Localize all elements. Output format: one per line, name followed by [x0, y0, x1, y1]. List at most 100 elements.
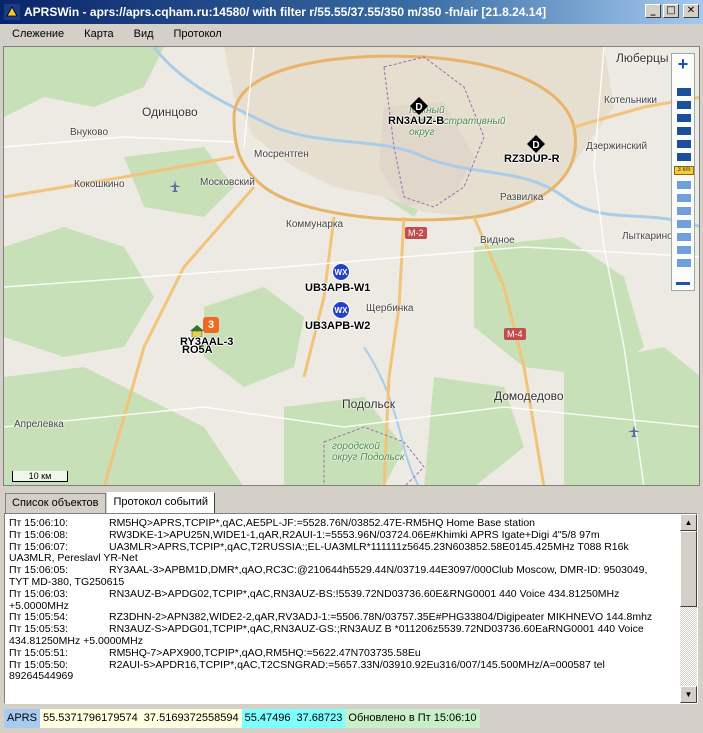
log-message: UA3MLR>APRS,TCPIP*,qAC,T2RUSSIA:;EL-UA3M… — [109, 541, 629, 553]
menu-protocol[interactable]: Протокол — [166, 26, 230, 42]
label-lytkarino: Лыткарино — [622, 231, 673, 242]
status-updated: Обновлено в Пт 15:06:10 — [345, 709, 480, 728]
log-entry[interactable]: Пт 15:06:08: RW3DKE-1>APU25N,WIDE1-1,qAR,… — [9, 529, 677, 542]
tab-strip: Список объектов Протокол событий — [5, 492, 216, 514]
log-message: R2AUI-5>APDR16,TCPIP*,qAC,T2CSNGRAD:=565… — [109, 659, 605, 671]
label-lyubertsy: Люберцы — [616, 51, 669, 65]
map-view[interactable]: Одинцово Люберцы Котельники Дзержинский … — [3, 46, 700, 486]
zoom-level-step[interactable] — [677, 153, 691, 161]
scroll-thumb[interactable] — [680, 531, 697, 607]
log-entry[interactable]: Пт 15:06:07: UA3MLR>APRS,TCPIP*,qAC,T2RUS… — [9, 540, 677, 566]
log-time: Пт 15:05:51: — [9, 646, 69, 659]
label-kokoshkino: Кокошкино — [74, 179, 125, 190]
label-vidnoe: Видное — [480, 235, 515, 246]
menu-tracking[interactable]: Слежение — [4, 26, 72, 42]
label-shcherbinka: Щербинка — [366, 303, 414, 314]
log-entry[interactable]: Пт 15:05:53: RN3AUZ-S>APDG01,TCPIP*,qAC,R… — [9, 623, 677, 648]
log-message-continuation: 89264544969 — [9, 671, 74, 683]
log-message: RN3AUZ-B>APDG02,TCPIP*,qAC,RN3AUZ-BS:!55… — [109, 588, 620, 600]
log-message-continuation: +5.0000MHz — [9, 600, 69, 612]
label-odintsovo: Одинцово — [142, 105, 198, 119]
label-dzerzhinsky: Дзержинский — [586, 141, 648, 152]
zoom-level-step[interactable] — [677, 246, 691, 254]
label-kommunarka: Коммунарка — [286, 219, 344, 230]
status-center-lat: 55.47496 — [241, 709, 294, 728]
tab-event-log[interactable]: Протокол событий — [106, 492, 216, 513]
marker-label-rn3auz-b[interactable]: RN3AUZ-B — [388, 115, 444, 127]
zoom-level-step[interactable] — [677, 233, 691, 241]
zoom-level-step[interactable] — [677, 114, 691, 122]
log-time: Пт 15:06:05: — [9, 564, 69, 577]
log-message: RZ3DHN-2>APN382,WIDE2-2,qAR,RV3ADJ-1:=55… — [109, 612, 653, 624]
label-moskovsky: Московский — [200, 177, 255, 188]
tab-object-list[interactable]: Список объектов — [5, 493, 106, 514]
log-time: Пт 15:06:03: — [9, 587, 69, 600]
log-message: RM5HQ-7>APX900,TCPIP*,qAO,RM5HQ:=5622.47… — [109, 647, 421, 659]
zoom-level-step[interactable] — [677, 220, 691, 228]
menu-view[interactable]: Вид — [126, 26, 162, 42]
log-message: RN3AUZ-S>APDG01,TCPIP*,qAC,RN3AUZ-GS:;RN… — [109, 624, 644, 636]
minimize-button[interactable]: _ — [645, 4, 661, 18]
label-podolsk-district: городской округ Подольск — [332, 441, 405, 463]
weather-wx-icon[interactable]: WX — [332, 263, 350, 281]
zoom-slider-handle[interactable]: 3 km — [674, 166, 694, 175]
scale-bar: 10 км — [12, 471, 68, 482]
status-center-lon: 37.68723 — [293, 709, 346, 728]
zoom-level-step[interactable] — [677, 127, 691, 135]
event-log-list: Пт 15:06:10: RM5HQ>APRS,TCPIP*,qAC,AE5PL-… — [9, 517, 677, 684]
label-razvilka: Развилка — [500, 192, 544, 203]
log-message-continuation: 434.81250MHz +5.0000MHz — [9, 635, 143, 647]
vertical-scrollbar[interactable]: ▲ ▼ — [680, 514, 697, 703]
log-entry[interactable]: Пт 15:06:05: RY3AAL-3>APBM1D,DMR*,qAO,RC3… — [9, 564, 677, 589]
marker-label-ub3apb-w2[interactable]: UB3APB-W2 — [305, 320, 370, 332]
log-entry[interactable]: Пт 15:05:50: R2AUI-5>APDR16,TCPIP*,qAC,T2… — [9, 658, 677, 684]
weather-wx-icon[interactable]: WX — [332, 301, 350, 319]
log-message-continuation: UA3MLR, Pereslavl YR-Net — [9, 553, 138, 565]
log-time: Пт 15:06:07: — [9, 540, 69, 553]
svg-text:D: D — [415, 102, 422, 113]
marker-label-rz3dup-r[interactable]: RZ3DUP-R — [504, 153, 560, 165]
app-icon — [4, 4, 20, 20]
log-time: Пт 15:05:53: — [9, 623, 69, 636]
scroll-up-button[interactable]: ▲ — [680, 514, 697, 531]
zoom-level-step[interactable] — [677, 101, 691, 109]
status-mode: APRS — [4, 709, 40, 728]
zoom-control[interactable]: + 3 km — [671, 53, 695, 291]
log-entry[interactable]: Пт 15:05:54: RZ3DHN-2>APN382,WIDE2-2,qAR,… — [9, 612, 677, 624]
zoom-level-step[interactable] — [677, 181, 691, 189]
log-entry[interactable]: Пт 15:06:10: RM5HQ>APRS,TCPIP*,qAC,AE5PL-… — [9, 517, 677, 530]
digipeater-d-icon[interactable]: D — [410, 97, 428, 115]
marker-label-ub3apb-w1[interactable]: UB3APB-W1 — [305, 282, 370, 294]
marker-label-ro5a[interactable]: RO5A — [182, 344, 213, 356]
menu-bar: Слежение Карта Вид Протокол — [0, 24, 703, 44]
airport-icon — [169, 180, 181, 192]
zoom-level-step[interactable] — [677, 194, 691, 202]
zoom-level-step[interactable] — [677, 140, 691, 148]
digipeater-d-icon[interactable]: D — [527, 135, 545, 153]
zoom-out-button[interactable] — [672, 276, 694, 290]
cluster-count-badge[interactable]: 3 — [203, 317, 219, 333]
log-message-continuation: TYT MD-380, TG250615 — [9, 576, 125, 588]
event-log-panel[interactable]: Пт 15:06:10: RM5HQ>APRS,TCPIP*,qAC,AE5PL-… — [4, 513, 698, 704]
scroll-down-button[interactable]: ▼ — [680, 686, 697, 703]
title-bar[interactable]: APRSWin - aprs://aprs.cqham.ru:14580/ wi… — [0, 0, 703, 24]
label-vnukovo: Внуково — [70, 127, 109, 138]
window-title: APRSWin - aprs://aprs.cqham.ru:14580/ wi… — [24, 5, 547, 19]
airport-icon — [628, 425, 640, 437]
log-time: Пт 15:05:50: — [9, 658, 69, 671]
zoom-level-step[interactable] — [677, 88, 691, 96]
maximize-button[interactable]: □ — [663, 4, 679, 18]
status-bar: APRS 55.5371796179574 37.5169372558594 5… — [4, 709, 699, 728]
road-m4-badge: М-4 — [504, 328, 526, 340]
zoom-level-step[interactable] — [677, 207, 691, 215]
log-message: RY3AAL-3>APBM1D,DMR*,qAO,RC3C:@210644h55… — [109, 565, 648, 577]
close-button[interactable]: ✕ — [683, 4, 699, 18]
zoom-in-button[interactable]: + — [672, 54, 694, 74]
log-entry[interactable]: Пт 15:05:51: RM5HQ-7>APX900,TCPIP*,qAO,RM… — [9, 646, 677, 660]
menu-map[interactable]: Карта — [76, 26, 121, 42]
map-base-layer — [4, 47, 699, 485]
log-entry[interactable]: Пт 15:06:03: RN3AUZ-B>APDG02,TCPIP*,qAC,R… — [9, 587, 677, 613]
status-cursor-lon: 37.5169372558594 — [140, 709, 242, 728]
label-podolsk: Подольск — [342, 397, 395, 411]
zoom-level-step[interactable] — [677, 259, 691, 267]
